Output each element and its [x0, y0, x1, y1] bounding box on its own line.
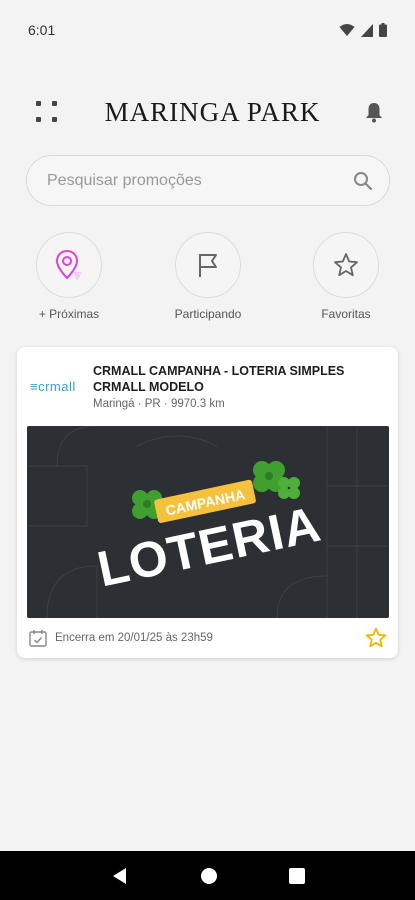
recents-icon[interactable] [288, 867, 305, 884]
search-icon[interactable] [353, 171, 373, 191]
promotion-location: Maringá · PR · 9970.3 km [93, 398, 225, 410]
promotion-banner[interactable]: CAMPANHA LOTERIA [27, 426, 389, 618]
action-favorites[interactable]: Favoritas [286, 232, 406, 321]
store-logo: ≡crmall [30, 379, 76, 394]
promotion-card[interactable]: ≡crmall CRMALL CAMPANHA - LOTERIA SIMPLE… [17, 347, 398, 658]
signal-icon [361, 23, 373, 37]
system-nav-bar [0, 851, 415, 900]
participating-button[interactable] [175, 232, 241, 298]
brand-logo: MARINGA PARK [104, 96, 321, 127]
star-icon [334, 253, 358, 277]
store-logo-text: crmall [38, 379, 76, 394]
favorite-star-icon[interactable] [365, 627, 387, 649]
nearby-label: + Próximas [38, 307, 100, 321]
location-pin-icon [55, 249, 82, 281]
menu-grid-icon[interactable] [34, 99, 60, 125]
calendar-icon [29, 630, 47, 647]
back-icon[interactable] [111, 867, 129, 885]
action-nearby[interactable]: + Próximas [9, 232, 129, 321]
banner-art: CAMPANHA LOTERIA [27, 426, 389, 618]
app-header: MARINGA PARK [0, 88, 415, 136]
favorites-label: Favoritas [321, 307, 371, 321]
promotion-end-date: Encerra em 20/01/25 às 23h59 [55, 632, 213, 644]
status-time: 6:01 [28, 22, 56, 38]
search-input[interactable] [47, 171, 353, 190]
status-icons [339, 23, 387, 37]
flag-icon [199, 254, 217, 277]
participating-label: Participando [174, 307, 242, 321]
promotion-title[interactable]: CRMALL CAMPANHA - LOTERIA SIMPLES CRMALL… [93, 363, 383, 395]
battery-icon [379, 23, 387, 37]
quick-actions: + Próximas Participando Favoritas [0, 232, 415, 322]
wifi-icon [339, 24, 355, 36]
favorites-button[interactable] [313, 232, 379, 298]
clover-right-small [278, 477, 300, 499]
search-bar[interactable] [26, 155, 390, 206]
status-bar: 6:01 [0, 0, 415, 60]
store-logo-mark: ≡ [30, 379, 39, 394]
nearby-button[interactable] [36, 232, 102, 298]
home-icon[interactable] [200, 867, 218, 885]
action-participating[interactable]: Participando [148, 232, 268, 321]
card-footer: Encerra em 20/01/25 às 23h59 [29, 627, 387, 649]
notification-bell-icon[interactable] [365, 101, 383, 123]
